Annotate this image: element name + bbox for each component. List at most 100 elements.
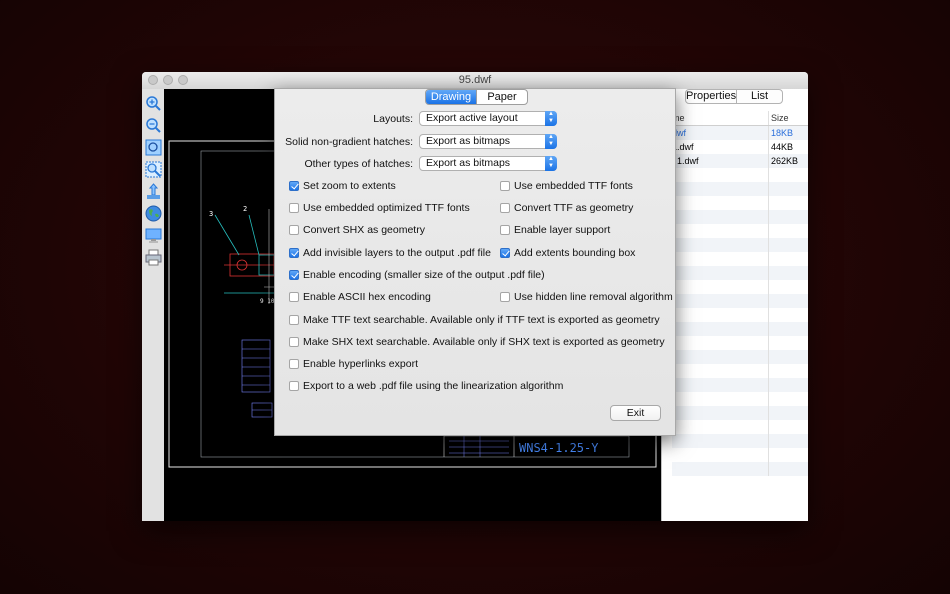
zoom-in-icon[interactable] <box>145 95 162 112</box>
checkbox-checked-icon[interactable] <box>289 181 299 191</box>
hidden-line-checkbox[interactable]: Use hidden line removal algorithm <box>500 291 673 303</box>
embedded-ttf-label: Use embedded TTF fonts <box>514 180 633 192</box>
extents-box-checkbox[interactable]: Add extents bounding box <box>500 247 635 259</box>
file-name: dwf <box>672 128 687 138</box>
panel-tabs: Properties List <box>685 89 783 104</box>
solid-hatches-select[interactable]: Export as bitmaps ▲ ▼ <box>419 134 557 149</box>
other-hatches-label: Other types of hatches: <box>304 158 413 170</box>
invisible-layers-label: Add invisible layers to the output .pdf … <box>303 247 491 259</box>
hidden-line-label: Use hidden line removal algorithm <box>514 291 673 303</box>
list-item <box>672 210 808 224</box>
other-hatches-select[interactable]: Export as bitmaps ▲ ▼ <box>419 156 557 171</box>
checkbox-icon[interactable] <box>289 225 299 235</box>
list-item[interactable]: 1.dwf 44KB <box>672 140 808 154</box>
zoom-window-icon[interactable] <box>145 161 162 178</box>
ttf-searchable-checkbox[interactable]: Make TTF text searchable. Available only… <box>289 314 660 326</box>
tab-paper[interactable]: Paper <box>476 90 527 104</box>
set-zoom-label: Set zoom to extents <box>303 180 396 192</box>
dialog-tabs: Drawing Paper <box>425 89 528 105</box>
checkbox-checked-icon[interactable] <box>500 248 510 258</box>
window-title: 95.dwf <box>458 74 492 86</box>
layer-support-checkbox[interactable]: Enable layer support <box>500 224 610 236</box>
checkbox-icon[interactable] <box>289 337 299 347</box>
list-item <box>672 224 808 238</box>
tab-drawing[interactable]: Drawing <box>426 90 476 104</box>
ascii-hex-label: Enable ASCII hex encoding <box>303 291 431 303</box>
shx-searchable-checkbox[interactable]: Make SHX text searchable. Available only… <box>289 336 665 348</box>
checkbox-icon[interactable] <box>500 203 510 213</box>
encoding-label: Enable encoding (smaller size of the out… <box>303 269 545 281</box>
file-name: f 1.dwf <box>672 156 699 166</box>
list-item <box>672 252 808 266</box>
list-item <box>672 392 808 406</box>
chevron-updown-icon: ▲ ▼ <box>545 156 557 171</box>
checkbox-icon[interactable] <box>500 181 510 191</box>
list-item[interactable]: dwf 18KB <box>672 126 808 140</box>
tool-palette <box>142 89 165 521</box>
globe-icon[interactable] <box>145 205 162 222</box>
tab-properties[interactable]: Properties <box>686 90 736 103</box>
shx-geometry-label: Convert SHX as geometry <box>303 224 425 236</box>
layouts-label: Layouts: <box>373 113 413 125</box>
checkbox-icon[interactable] <box>289 381 299 391</box>
list-item <box>672 196 808 210</box>
list-item[interactable]: f 1.dwf 262KB <box>672 154 808 168</box>
invisible-layers-checkbox[interactable]: Add invisible layers to the output .pdf … <box>289 247 491 259</box>
monitor-icon[interactable] <box>145 227 162 244</box>
file-list: me Size dwf 18KB 1.dwf 44KB f 1.dwf 262K… <box>672 111 808 476</box>
checkbox-icon[interactable] <box>289 315 299 325</box>
zoom-extents-icon[interactable] <box>145 139 162 156</box>
list-item <box>672 294 808 308</box>
checkbox-icon[interactable] <box>500 292 510 302</box>
export-options-dialog: Drawing Paper Layouts: Export active lay… <box>274 88 676 436</box>
callout-2: 2 <box>243 205 247 213</box>
list-item <box>672 322 808 336</box>
embedded-ttf-checkbox[interactable]: Use embedded TTF fonts <box>500 180 633 192</box>
list-item <box>672 238 808 252</box>
zoom-window-button[interactable] <box>178 75 188 85</box>
ascii-hex-checkbox[interactable]: Enable ASCII hex encoding <box>289 291 431 303</box>
checkbox-icon[interactable] <box>289 203 299 213</box>
column-size[interactable]: Size <box>768 111 808 125</box>
ttf-geometry-checkbox[interactable]: Convert TTF as geometry <box>500 202 633 214</box>
list-item <box>672 266 808 280</box>
print-icon[interactable] <box>145 249 162 266</box>
close-window-button[interactable] <box>148 75 158 85</box>
shx-searchable-label: Make SHX text searchable. Available only… <box>303 336 665 348</box>
file-name: 1.dwf <box>672 142 694 152</box>
tab-list[interactable]: List <box>736 90 782 103</box>
checkbox-icon[interactable] <box>289 292 299 302</box>
right-panel: Properties List me Size dwf 18KB 1.dwf 4… <box>661 89 808 521</box>
list-item <box>672 420 808 434</box>
other-hatches-value: Export as bitmaps <box>426 157 511 169</box>
shx-geometry-checkbox[interactable]: Convert SHX as geometry <box>289 224 425 236</box>
column-name[interactable]: me <box>672 111 768 125</box>
checkbox-checked-icon[interactable] <box>289 270 299 280</box>
hyperlinks-label: Enable hyperlinks export <box>303 358 418 370</box>
encoding-checkbox[interactable]: Enable encoding (smaller size of the out… <box>289 269 545 281</box>
web-pdf-checkbox[interactable]: Export to a web .pdf file using the line… <box>289 380 563 392</box>
checkbox-icon[interactable] <box>500 225 510 235</box>
list-item <box>672 434 808 448</box>
solid-hatches-value: Export as bitmaps <box>426 135 511 147</box>
layouts-value: Export active layout <box>426 112 518 124</box>
exit-button[interactable]: Exit <box>610 405 661 421</box>
file-list-header: me Size <box>672 111 808 126</box>
hyperlinks-checkbox[interactable]: Enable hyperlinks export <box>289 358 418 370</box>
chevron-updown-icon: ▲ ▼ <box>545 111 557 126</box>
list-item <box>672 308 808 322</box>
chevron-updown-icon: ▲ ▼ <box>545 134 557 149</box>
title-block-text: WNS4-1.25-Y <box>519 441 599 455</box>
pan-icon[interactable] <box>145 183 162 200</box>
minimize-window-button[interactable] <box>163 75 173 85</box>
list-item <box>672 182 808 196</box>
embedded-optimized-ttf-checkbox[interactable]: Use embedded optimized TTF fonts <box>289 202 470 214</box>
file-size: 44KB <box>768 140 808 154</box>
set-zoom-checkbox[interactable]: Set zoom to extents <box>289 180 396 192</box>
layouts-select[interactable]: Export active layout ▲ ▼ <box>419 111 557 126</box>
checkbox-icon[interactable] <box>289 359 299 369</box>
dimension-text: 9 10 <box>260 298 275 305</box>
checkbox-checked-icon[interactable] <box>289 248 299 258</box>
zoom-out-icon[interactable] <box>145 117 162 134</box>
list-item <box>672 378 808 392</box>
